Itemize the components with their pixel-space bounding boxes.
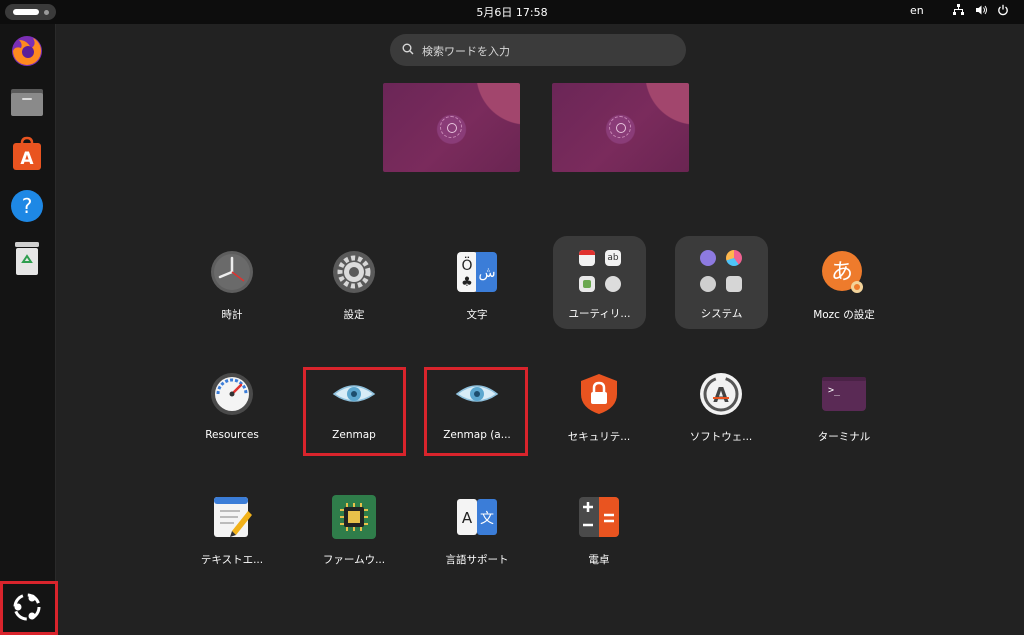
app-language-support[interactable]: A 文 言語サポート bbox=[427, 485, 527, 585]
system-folder[interactable]: システム bbox=[675, 236, 768, 329]
clock-date-time[interactable]: 5月6日 17:58 bbox=[476, 6, 547, 19]
mozc-icon: あ bbox=[822, 250, 866, 294]
app-label: セキュリテ... bbox=[567, 431, 631, 443]
app-label: ターミナル bbox=[817, 431, 871, 443]
app-zenmap-admin[interactable]: Zenmap (a... bbox=[427, 362, 527, 462]
search-placeholder: 検索ワードを入力 bbox=[422, 45, 510, 58]
app-label: 言語サポート bbox=[445, 554, 509, 566]
app-calculator[interactable]: 電卓 bbox=[549, 485, 649, 585]
firefox-icon[interactable] bbox=[9, 32, 45, 68]
svg-text:Ö: Ö bbox=[461, 256, 472, 274]
app-terminal[interactable]: >_ ターミナル bbox=[794, 362, 894, 462]
firmware-chip-icon bbox=[332, 495, 376, 539]
calendar-mini-icon bbox=[579, 250, 595, 266]
app-label: Zenmap (a... bbox=[443, 429, 511, 441]
ubuntu-wallpaper-logo bbox=[609, 116, 631, 138]
app-label: Mozc の設定 bbox=[813, 309, 875, 321]
search-icon bbox=[402, 43, 414, 58]
svg-text:♣: ♣ bbox=[461, 275, 473, 290]
files-icon[interactable] bbox=[9, 84, 45, 120]
search-input[interactable]: 検索ワードを入力 bbox=[390, 34, 686, 66]
font-viewer-mini-icon: ab bbox=[605, 250, 621, 266]
language-support-icon: A 文 bbox=[455, 495, 499, 539]
app-label: 設定 bbox=[343, 309, 365, 321]
svg-text:A: A bbox=[462, 509, 473, 527]
help-icon[interactable]: ? bbox=[9, 188, 45, 224]
app-mozc-settings[interactable]: あ Mozc の設定 bbox=[794, 240, 894, 340]
calculator-icon bbox=[577, 495, 621, 539]
search-mini-icon bbox=[726, 276, 742, 292]
ubuntu-logo-icon[interactable] bbox=[9, 589, 45, 625]
utilities-folder[interactable]: ab ユーティリ... bbox=[553, 236, 646, 329]
characters-icon: Ö ♣ ش bbox=[455, 250, 499, 294]
active-workspace-pill bbox=[13, 9, 39, 15]
chart-mini-icon bbox=[700, 250, 716, 266]
terminal-icon: >_ bbox=[822, 372, 866, 416]
clock-icon bbox=[210, 250, 254, 294]
app-label: テキストエ... bbox=[200, 554, 264, 566]
image-viewer-mini-icon bbox=[579, 276, 595, 292]
svg-text:>_: >_ bbox=[828, 385, 841, 396]
app-software-updater[interactable]: A ソフトウェ... bbox=[671, 362, 771, 462]
zenmap-eye-icon bbox=[455, 372, 499, 416]
app-label: 文字 bbox=[466, 309, 488, 321]
text-editor-icon bbox=[210, 495, 254, 539]
app-label: Resources bbox=[205, 429, 259, 441]
trash-icon[interactable] bbox=[9, 240, 45, 276]
app-zenmap[interactable]: Zenmap bbox=[304, 362, 404, 462]
svg-text:文: 文 bbox=[480, 511, 494, 527]
app-security-center[interactable]: セキュリテ... bbox=[549, 362, 649, 462]
security-lock-icon bbox=[577, 372, 621, 416]
disk-usage-mini-icon bbox=[726, 250, 742, 266]
svg-text:A: A bbox=[713, 383, 729, 407]
app-label: 時計 bbox=[221, 309, 243, 321]
software-updater-icon: A bbox=[699, 372, 743, 416]
app-center-icon[interactable]: A bbox=[9, 136, 45, 172]
folder-label: ユーティリ... bbox=[568, 308, 631, 320]
app-resources[interactable]: Resources bbox=[182, 362, 282, 462]
app-characters[interactable]: Ö ♣ ش 文字 bbox=[427, 240, 527, 340]
network-icon[interactable] bbox=[952, 4, 965, 19]
app-settings[interactable]: 設定 bbox=[304, 240, 404, 340]
app-text-editor[interactable]: テキストエ... bbox=[182, 485, 282, 585]
app-clock[interactable]: 時計 bbox=[182, 240, 282, 340]
inactive-workspace-dot bbox=[44, 10, 49, 15]
logs-mini-icon bbox=[700, 276, 716, 292]
ubuntu-wallpaper-logo bbox=[440, 116, 462, 138]
zenmap-eye-icon bbox=[332, 372, 376, 416]
volume-icon[interactable] bbox=[975, 4, 988, 19]
svg-text:A: A bbox=[20, 149, 34, 169]
app-label: Zenmap bbox=[332, 429, 376, 441]
input-language-indicator[interactable]: en bbox=[910, 4, 924, 17]
app-label: ファームウ... bbox=[322, 554, 386, 566]
settings-gear-icon bbox=[332, 250, 376, 294]
top-bar: 5月6日 17:58 en bbox=[0, 0, 1024, 24]
app-label: ソフトウェ... bbox=[689, 431, 753, 443]
power-icon[interactable] bbox=[997, 4, 1009, 19]
folder-label: システム bbox=[700, 308, 743, 320]
info-mini-icon bbox=[605, 276, 621, 292]
dock: A ? bbox=[0, 24, 56, 635]
svg-text:?: ? bbox=[22, 194, 33, 218]
app-firmware-updater[interactable]: ファームウ... bbox=[304, 485, 404, 585]
svg-text:あ: あ bbox=[831, 260, 853, 285]
resources-gauge-icon bbox=[210, 372, 254, 416]
activities-indicator[interactable] bbox=[5, 4, 56, 20]
svg-text:ش: ش bbox=[478, 265, 495, 281]
app-label: 電卓 bbox=[588, 554, 610, 566]
workspace-thumbnail-1[interactable] bbox=[383, 83, 520, 172]
workspace-thumbnail-2[interactable] bbox=[552, 83, 689, 172]
